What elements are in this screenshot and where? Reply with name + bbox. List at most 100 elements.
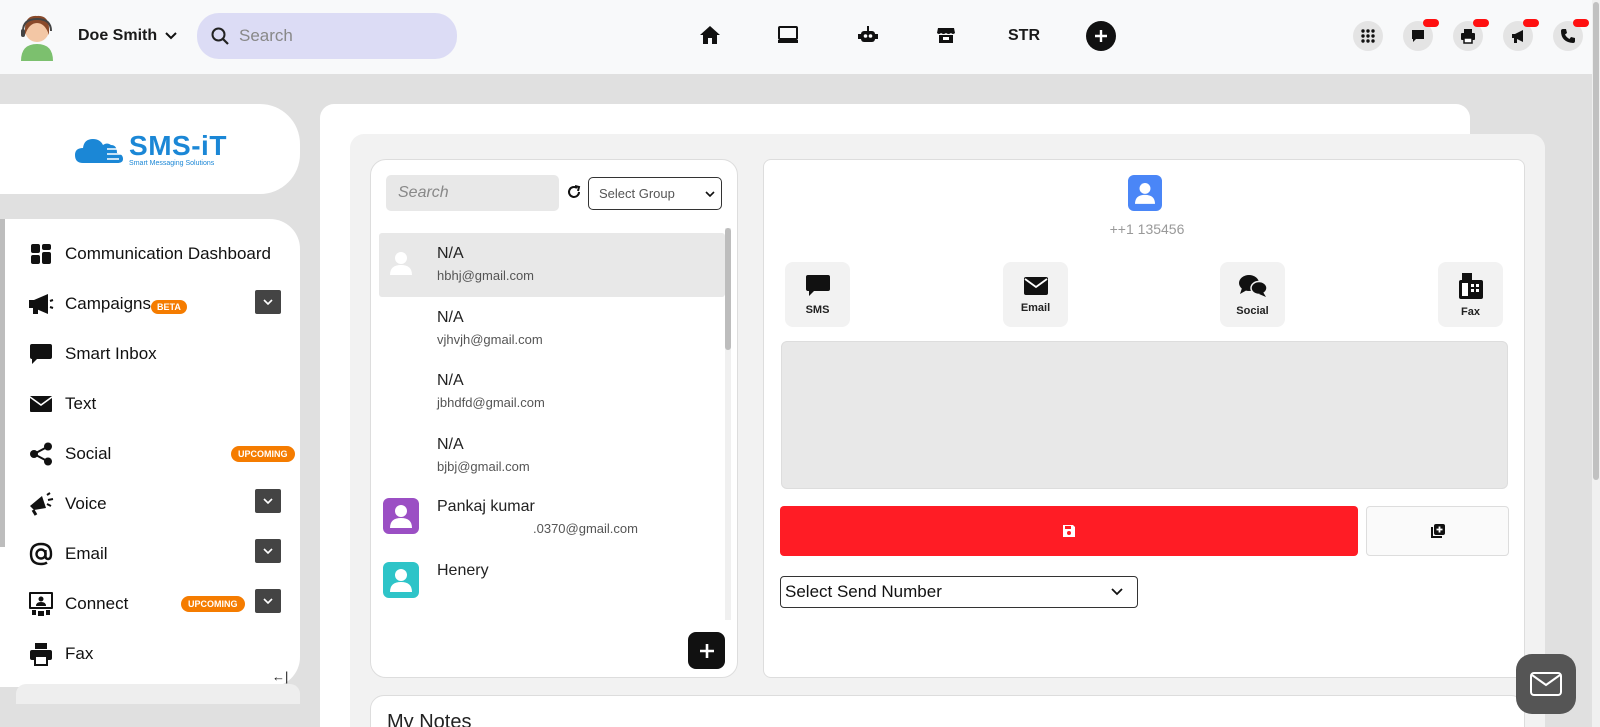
contact-list-item[interactable]: Henery <box>379 550 725 614</box>
contact-avatar-icon <box>383 562 419 598</box>
contact-email: hbhj@gmail.com <box>437 268 535 283</box>
page-scrollbar-thumb[interactable] <box>1593 2 1599 480</box>
send-number-select[interactable]: Select Send Number <box>780 576 1138 608</box>
sidebar-item-fax[interactable]: Fax <box>28 640 93 668</box>
monitor-icon[interactable] <box>775 22 801 48</box>
contact-list-scrollbar-thumb[interactable] <box>725 228 731 350</box>
user-name: Doe Smith <box>78 27 158 44</box>
sidebar-scrollbar[interactable] <box>0 219 5 547</box>
global-search-input[interactable] <box>239 26 439 46</box>
contact-search-input[interactable] <box>386 175 559 211</box>
chevron-down-icon <box>165 32 177 40</box>
sidebar-footer <box>16 684 300 704</box>
apps-grid-icon[interactable] <box>1353 21 1383 51</box>
sidebar-item-text[interactable]: Text <box>28 390 96 418</box>
cloud-logo-icon <box>75 139 124 163</box>
user-avatar[interactable] <box>17 13 57 61</box>
sidebar-item-label: Fax <box>65 644 94 663</box>
contact-list-scrollbar[interactable] <box>725 228 731 620</box>
store-icon[interactable] <box>933 22 959 48</box>
contact-avatar-icon <box>1128 175 1162 211</box>
fax-channel-button[interactable]: Fax <box>1438 262 1503 327</box>
connect-expand-button[interactable] <box>255 589 281 613</box>
sidebar-item-connect[interactable]: Connect <box>28 590 128 618</box>
voice-expand-button[interactable] <box>255 489 281 513</box>
message-textarea[interactable] <box>781 341 1508 489</box>
sidebar-item-label: Connect <box>65 594 129 613</box>
contact-list-item[interactable]: N/A vjhvjh@gmail.com <box>379 297 725 361</box>
sidebar-item-communication-dashboard[interactable]: Communication Dashboard <box>28 240 271 268</box>
print-icon[interactable] <box>1453 19 1489 51</box>
sidebar-item-email[interactable]: Email <box>28 540 108 568</box>
contact-list-item[interactable]: N/A bjbj@gmail.com <box>379 424 725 488</box>
channel-label: Fax <box>1461 305 1480 318</box>
copy-button[interactable] <box>1366 506 1509 556</box>
home-icon[interactable] <box>697 22 723 48</box>
robot-icon[interactable] <box>855 22 881 48</box>
sidebar-item-social[interactable]: Social <box>28 440 111 468</box>
contact-name: N/A <box>437 436 464 453</box>
contact-list-item[interactable]: N/A hbhj@gmail.com <box>379 233 725 297</box>
add-contact-button[interactable] <box>688 632 725 669</box>
mail-chat-button[interactable] <box>1516 654 1576 714</box>
sidebar-item-label: Voice <box>65 494 107 513</box>
notes-title: My Notes <box>387 711 472 727</box>
page-scrollbar[interactable] <box>1592 0 1600 727</box>
chevron-down-icon <box>263 299 273 305</box>
contact-list-item[interactable]: Pankaj kumar .0370@gmail.com <box>379 486 725 550</box>
logo-tagline: Smart Messaging Solutions <box>129 159 215 167</box>
chevron-down-icon <box>1111 588 1123 596</box>
dashboard-icon <box>28 241 54 267</box>
phone-icon[interactable] <box>1553 19 1589 51</box>
beta-badge: BETA <box>151 300 187 314</box>
sidebar-item-voice[interactable]: Voice <box>28 490 107 518</box>
chat-icon[interactable] <box>1403 19 1439 51</box>
search-icon <box>211 27 229 45</box>
group-select[interactable]: Select Group <box>588 177 722 210</box>
user-menu[interactable]: Doe Smith <box>78 27 177 45</box>
email-channel-button[interactable]: Email <box>1003 262 1068 327</box>
notification-dot <box>1423 19 1439 27</box>
campaigns-expand-button[interactable] <box>255 290 281 314</box>
at-icon <box>28 541 54 567</box>
copy-icon <box>1430 524 1445 538</box>
megaphone-icon[interactable] <box>1503 19 1539 51</box>
logo-name: SMS-iT <box>129 129 227 161</box>
contact-list-item[interactable]: N/A jbhdfd@gmail.com <box>379 360 725 424</box>
contact-phone: ++1 135456 <box>1109 221 1185 237</box>
channel-label: Email <box>1020 301 1051 314</box>
contact-name: Henery <box>437 562 489 579</box>
notification-dot <box>1473 19 1489 27</box>
logo[interactable]: SMS-iT Smart Messaging Solutions <box>73 129 227 167</box>
channel-label: Social <box>1236 304 1269 317</box>
social-channel-button[interactable]: Social <box>1220 262 1285 327</box>
refresh-icon[interactable] <box>566 184 582 205</box>
sms-icon <box>805 274 830 296</box>
plus-icon[interactable] <box>1086 21 1116 51</box>
sidebar-collapse-button[interactable]: ←| <box>272 669 288 684</box>
plus-icon <box>699 643 714 658</box>
notification-dot <box>1573 19 1589 27</box>
email-icon <box>1023 276 1048 295</box>
contact-email: .0370@gmail.com <box>533 521 638 536</box>
default-avatar-icon <box>383 245 419 281</box>
sidebar-item-smart-inbox[interactable]: Smart Inbox <box>28 340 157 368</box>
save-button[interactable] <box>780 506 1358 556</box>
sms-channel-button[interactable]: SMS <box>785 262 850 327</box>
chevron-down-icon <box>263 548 273 554</box>
channel-label: SMS <box>805 303 830 316</box>
contact-name: N/A <box>437 309 464 326</box>
sidebar-item-campaigns[interactable]: Campaigns BETA <box>28 290 187 318</box>
global-search[interactable] <box>197 13 457 59</box>
logo-card: SMS-iT Smart Messaging Solutions <box>0 104 300 194</box>
str-nav-link[interactable]: STR <box>1008 27 1040 45</box>
sidebar-item-label: Smart Inbox <box>65 344 157 363</box>
upcoming-badge: UPCOMING <box>231 446 295 462</box>
contact-avatar-icon <box>383 498 419 534</box>
contact-name: N/A <box>437 372 464 389</box>
sidebar-item-label: Email <box>65 544 108 563</box>
contact-name: N/A <box>437 245 464 262</box>
video-connect-icon <box>28 591 54 617</box>
email-expand-button[interactable] <box>255 539 281 563</box>
voice-megaphone-icon <box>28 491 54 517</box>
